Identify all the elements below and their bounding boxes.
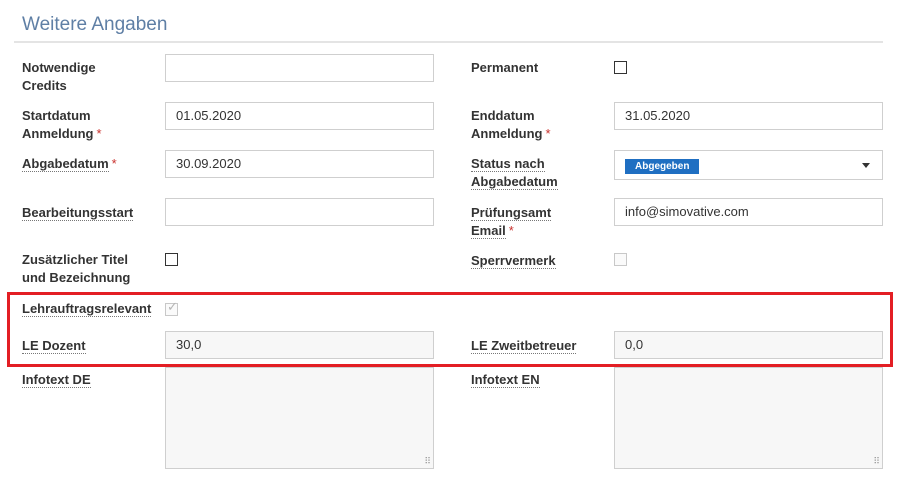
bearbeitung-label: Bearbeitungsstart — [22, 204, 134, 222]
pruefungsamt-label-line1: Prüfungsamt — [471, 205, 552, 221]
le-dozent-input[interactable]: 30,0 — [165, 331, 434, 359]
required-marker: * — [545, 126, 551, 141]
le-dozent-label-text: LE Dozent — [22, 338, 86, 354]
abgabe-date-input[interactable]: 30.09.2020 — [165, 150, 434, 178]
credits-input[interactable] — [165, 54, 434, 82]
required-marker: * — [96, 126, 102, 141]
le-dozent-label: LE Dozent — [22, 337, 86, 355]
le-zweit-input[interactable]: 0,0 — [614, 331, 883, 359]
infotext-de-textarea[interactable]: ⠿ — [165, 367, 434, 469]
section-title: Weitere Angaben — [22, 14, 168, 35]
status-label-line2: Abgabedatum — [471, 174, 558, 190]
abgabe-label-text: Abgabedatum — [22, 156, 109, 172]
chevron-down-icon[interactable] — [862, 163, 870, 168]
status-badge: Abgegeben — [625, 159, 700, 174]
sperrvermerk-label-text: Sperrvermerk — [471, 253, 556, 269]
status-label: Status nach Abgabedatum — [471, 155, 558, 191]
pruefungsamt-label-line2: Email — [471, 223, 506, 239]
pruefungsamt-label: Prüfungsamt Email * — [471, 204, 552, 240]
bearbeitung-input[interactable] — [165, 198, 434, 226]
le-zweit-label-text: LE Zweitbetreuer — [471, 338, 577, 354]
start-label: Startdatum Anmeldung * — [22, 107, 102, 143]
credits-label: Notwendige Credits — [22, 59, 96, 95]
status-label-line1: Status nach — [471, 156, 545, 172]
required-marker: * — [111, 156, 117, 171]
infotext-de-label: Infotext DE — [22, 371, 91, 389]
check-icon: ✓ — [167, 300, 178, 315]
resize-grip-icon[interactable]: ⠿ — [873, 458, 880, 467]
permanent-label: Permanent — [471, 59, 538, 77]
lehrauftrag-checkbox[interactable]: ✓ — [165, 300, 178, 316]
status-select[interactable]: Abgegeben — [614, 150, 883, 180]
end-date-input[interactable]: 31.05.2020 — [614, 102, 883, 130]
end-label-line1: Enddatum — [471, 108, 535, 123]
end-label: Enddatum Anmeldung * — [471, 107, 551, 143]
zusatz-checkbox[interactable] — [165, 253, 178, 266]
infotext-en-label: Infotext EN — [471, 371, 540, 389]
permanent-checkbox[interactable] — [614, 61, 627, 74]
bearbeitung-label-text: Bearbeitungsstart — [22, 205, 134, 221]
infotext-de-label-text: Infotext DE — [22, 372, 91, 388]
permanent-label-text: Permanent — [471, 60, 539, 75]
le-zweit-label: LE Zweitbetreuer — [471, 337, 577, 355]
start-label-line1: Startdatum — [22, 108, 91, 123]
lehrauftrag-label: Lehrauftragsrelevant — [22, 300, 152, 318]
pruefungsamt-email-input[interactable]: info@simovative.com — [614, 198, 883, 226]
start-date-input[interactable]: 01.05.2020 — [165, 102, 434, 130]
credits-label-line1: Notwendige — [22, 60, 96, 75]
end-label-line2: Anmeldung — [471, 126, 543, 141]
lehrauftrag-label-text: Lehrauftragsrelevant — [22, 301, 152, 317]
sperrvermerk-checkbox[interactable] — [614, 253, 627, 266]
required-marker: * — [508, 223, 514, 238]
infotext-en-textarea[interactable]: ⠿ — [614, 367, 883, 469]
zusatz-label-line1: Zusätzlicher Titel — [22, 252, 128, 267]
abgabe-label: Abgabedatum * — [22, 155, 117, 173]
credits-label-line2: Credits — [22, 78, 67, 93]
section-divider — [14, 41, 883, 43]
infotext-en-label-text: Infotext EN — [471, 372, 540, 388]
zusatz-label: Zusätzlicher Titel und Bezeichnung — [22, 251, 130, 287]
sperrvermerk-label: Sperrvermerk — [471, 252, 556, 270]
start-label-line2: Anmeldung — [22, 126, 94, 141]
zusatz-label-line2: und Bezeichnung — [22, 270, 131, 285]
resize-grip-icon[interactable]: ⠿ — [424, 458, 431, 467]
